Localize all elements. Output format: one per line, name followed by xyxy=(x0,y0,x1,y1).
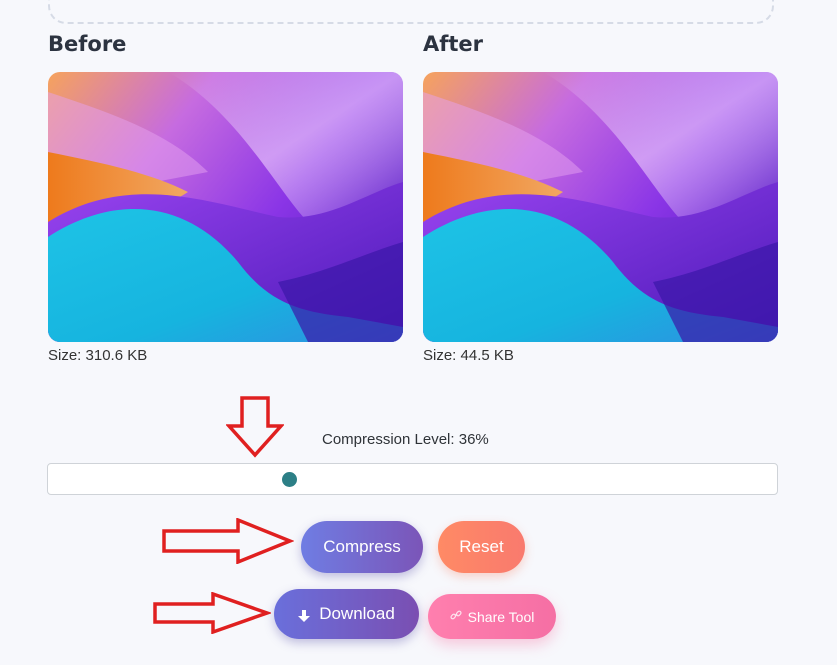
compression-slider[interactable] xyxy=(47,463,778,495)
download-button-label: Download xyxy=(319,604,395,623)
share-tool-button-label: Share Tool xyxy=(467,608,535,625)
after-size: Size: 44.5 KB xyxy=(423,347,514,364)
before-title: Before xyxy=(48,32,127,56)
after-image xyxy=(423,72,778,342)
compress-button-label: Compress xyxy=(323,537,401,556)
share-tool-button[interactable]: Share Tool xyxy=(428,594,556,639)
upload-dropzone[interactable] xyxy=(48,0,774,24)
annotation-down-arrow-icon xyxy=(226,396,284,458)
after-title: After xyxy=(423,32,484,56)
reset-button[interactable]: Reset xyxy=(438,521,525,573)
download-button[interactable]: Download xyxy=(274,589,419,639)
before-image xyxy=(48,72,403,342)
link-icon xyxy=(450,609,462,624)
download-arrow-icon xyxy=(298,608,311,622)
image-compressor-page: Before Size: 310.6 KB After Size: 44.5 K… xyxy=(0,0,837,665)
compress-button[interactable]: Compress xyxy=(301,521,423,573)
compression-level-label: Compression Level: 36% xyxy=(322,431,489,448)
annotation-right-arrow-icon xyxy=(153,592,271,634)
annotation-right-arrow-icon xyxy=(162,518,294,564)
reset-button-label: Reset xyxy=(459,537,504,556)
slider-thumb[interactable] xyxy=(281,472,297,487)
before-size: Size: 310.6 KB xyxy=(48,347,148,364)
